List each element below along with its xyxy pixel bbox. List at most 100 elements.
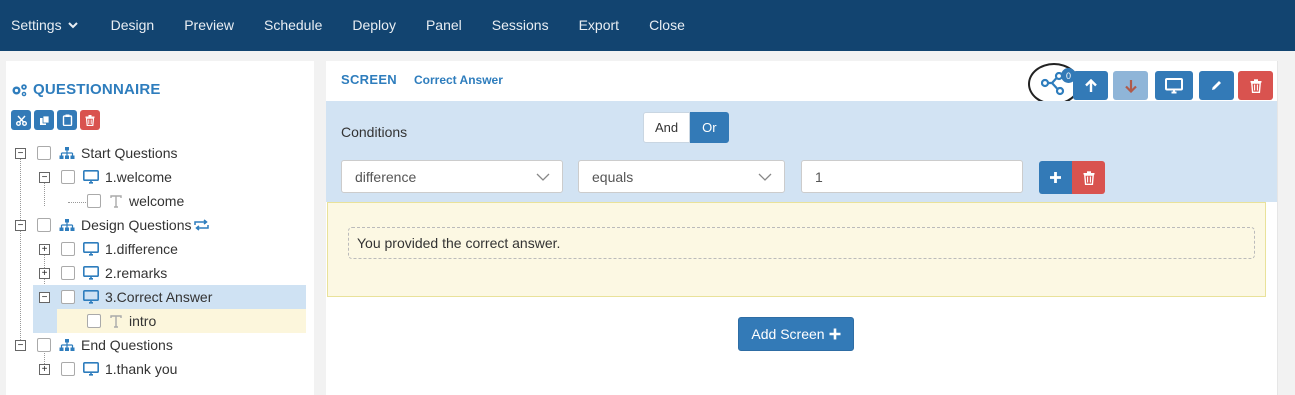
tree-checkbox[interactable] <box>87 314 101 328</box>
tree-node-welcome-item[interactable]: welcome <box>87 189 184 213</box>
tree-node-end-questions[interactable]: − End Questions <box>15 333 173 357</box>
nav-preview[interactable]: Preview <box>169 0 249 51</box>
preview-screen-button[interactable] <box>1155 71 1193 100</box>
delete-screen-button[interactable] <box>1238 71 1273 100</box>
tree-label: intro <box>129 313 157 329</box>
monitor-icon <box>1165 77 1183 93</box>
nav-settings[interactable]: Settings <box>0 0 96 51</box>
and-option[interactable]: And <box>643 112 691 143</box>
screen-label: SCREEN <box>341 72 397 87</box>
tree-toolbar <box>11 110 103 130</box>
tree-label: welcome <box>129 193 185 209</box>
cut-button[interactable] <box>11 110 31 130</box>
questionnaire-title: QUESTIONNAIRE <box>11 81 161 98</box>
nav-close[interactable]: Close <box>634 0 700 51</box>
tree-label: 2.remarks <box>105 265 168 281</box>
collapse-toggle[interactable]: − <box>15 219 26 231</box>
add-screen-label: Add Screen <box>751 326 825 342</box>
sitemap-icon <box>59 218 75 232</box>
content-text-item[interactable]: You provided the correct answer. <box>348 227 1255 259</box>
expand-toggle[interactable]: + <box>39 363 50 375</box>
expand-toggle[interactable]: + <box>39 267 50 279</box>
paste-button[interactable] <box>57 110 77 130</box>
tree-checkbox[interactable] <box>61 242 75 256</box>
tree-checkbox[interactable] <box>61 170 75 184</box>
nav-schedule[interactable]: Schedule <box>249 0 337 51</box>
trash-icon <box>1083 170 1094 185</box>
tree-node-thank-you-screen[interactable]: + 1.thank you <box>39 357 177 381</box>
nav-export[interactable]: Export <box>564 0 634 51</box>
condition-value-input[interactable] <box>801 160 1023 193</box>
tree-checkbox[interactable] <box>61 266 75 280</box>
monitor-icon <box>83 266 99 280</box>
delete-button[interactable] <box>80 110 100 130</box>
tree-checkbox[interactable] <box>61 290 75 304</box>
edit-screen-button[interactable] <box>1199 71 1234 100</box>
tree-label: 1.difference <box>105 241 178 257</box>
tree-label: End Questions <box>81 337 173 353</box>
tree-checkbox[interactable] <box>61 362 75 376</box>
tree-node-difference-screen[interactable]: + 1.difference <box>39 237 178 261</box>
tree-checkbox[interactable] <box>37 338 51 352</box>
nav-deploy[interactable]: Deploy <box>337 0 411 51</box>
condition-field-select[interactable]: difference <box>341 160 563 193</box>
add-condition-button[interactable] <box>1039 161 1072 194</box>
screen-editor: SCREEN Correct Answer 0 Conditions And O… <box>326 61 1277 395</box>
plus-icon <box>829 328 841 340</box>
loop-icon <box>193 219 210 231</box>
chevron-down-icon <box>758 173 772 181</box>
plus-icon <box>1050 172 1061 183</box>
cut-icon <box>15 115 27 126</box>
tree-node-correct-answer-screen[interactable]: − 3.Correct Answer <box>33 285 306 309</box>
tree-checkbox[interactable] <box>37 146 51 160</box>
add-screen-button[interactable]: Add Screen <box>738 317 854 351</box>
move-up-button[interactable] <box>1073 71 1108 100</box>
tree-label: Design Questions <box>81 217 192 233</box>
remove-condition-button[interactable] <box>1072 161 1105 194</box>
screen-content: You provided the correct answer. <box>327 202 1266 297</box>
collapse-toggle[interactable]: − <box>15 147 26 159</box>
tree-node-start-questions[interactable]: − Start Questions <box>15 141 178 165</box>
chevron-down-icon <box>67 22 78 29</box>
tree-label: 1.thank you <box>105 361 178 377</box>
gears-icon <box>12 83 27 96</box>
screen-header: SCREEN Correct Answer <box>341 72 503 87</box>
scroll-gutter <box>1277 61 1295 395</box>
chevron-down-icon <box>536 173 550 181</box>
tree-node-remarks-screen[interactable]: + 2.remarks <box>39 261 167 285</box>
nav-design[interactable]: Design <box>96 0 170 51</box>
questionnaire-title-label: QUESTIONNAIRE <box>33 81 161 98</box>
text-icon <box>109 194 123 208</box>
condition-operator-select[interactable]: equals <box>578 160 785 193</box>
condition-operator-value: equals <box>592 168 634 185</box>
tree-node-intro-item[interactable]: intro <box>57 309 306 333</box>
top-nav: Settings Design Preview Schedule Deploy … <box>0 0 1295 51</box>
arrow-down-icon <box>1124 79 1137 93</box>
tree-label: 1.welcome <box>105 169 172 185</box>
sitemap-icon <box>59 146 75 160</box>
arrow-up-icon <box>1084 78 1097 92</box>
expand-toggle[interactable]: + <box>39 243 50 255</box>
collapse-toggle[interactable]: − <box>39 291 50 303</box>
copy-icon <box>39 115 49 125</box>
collapse-toggle[interactable]: − <box>39 171 50 183</box>
tree-checkbox[interactable] <box>87 194 101 208</box>
conditions-panel: Conditions And Or difference equals <box>326 101 1277 202</box>
tree-node-design-questions[interactable]: − Design Questions <box>15 213 216 237</box>
tree-checkbox[interactable] <box>37 218 51 232</box>
or-option[interactable]: Or <box>690 112 729 143</box>
copy-button[interactable] <box>34 110 54 130</box>
screen-name: Correct Answer <box>413 73 503 87</box>
monitor-icon <box>83 290 99 304</box>
nav-settings-label: Settings <box>11 17 62 33</box>
monitor-icon <box>83 242 99 256</box>
conditions-label: Conditions <box>341 124 408 140</box>
trash-icon <box>85 114 95 126</box>
nav-panel[interactable]: Panel <box>411 0 477 51</box>
nav-sessions[interactable]: Sessions <box>477 0 564 51</box>
pencil-icon <box>1212 81 1221 90</box>
move-down-button[interactable] <box>1113 71 1148 100</box>
tree-node-welcome-screen[interactable]: − 1.welcome <box>39 165 172 189</box>
monitor-icon <box>83 170 99 184</box>
collapse-toggle[interactable]: − <box>15 339 26 351</box>
